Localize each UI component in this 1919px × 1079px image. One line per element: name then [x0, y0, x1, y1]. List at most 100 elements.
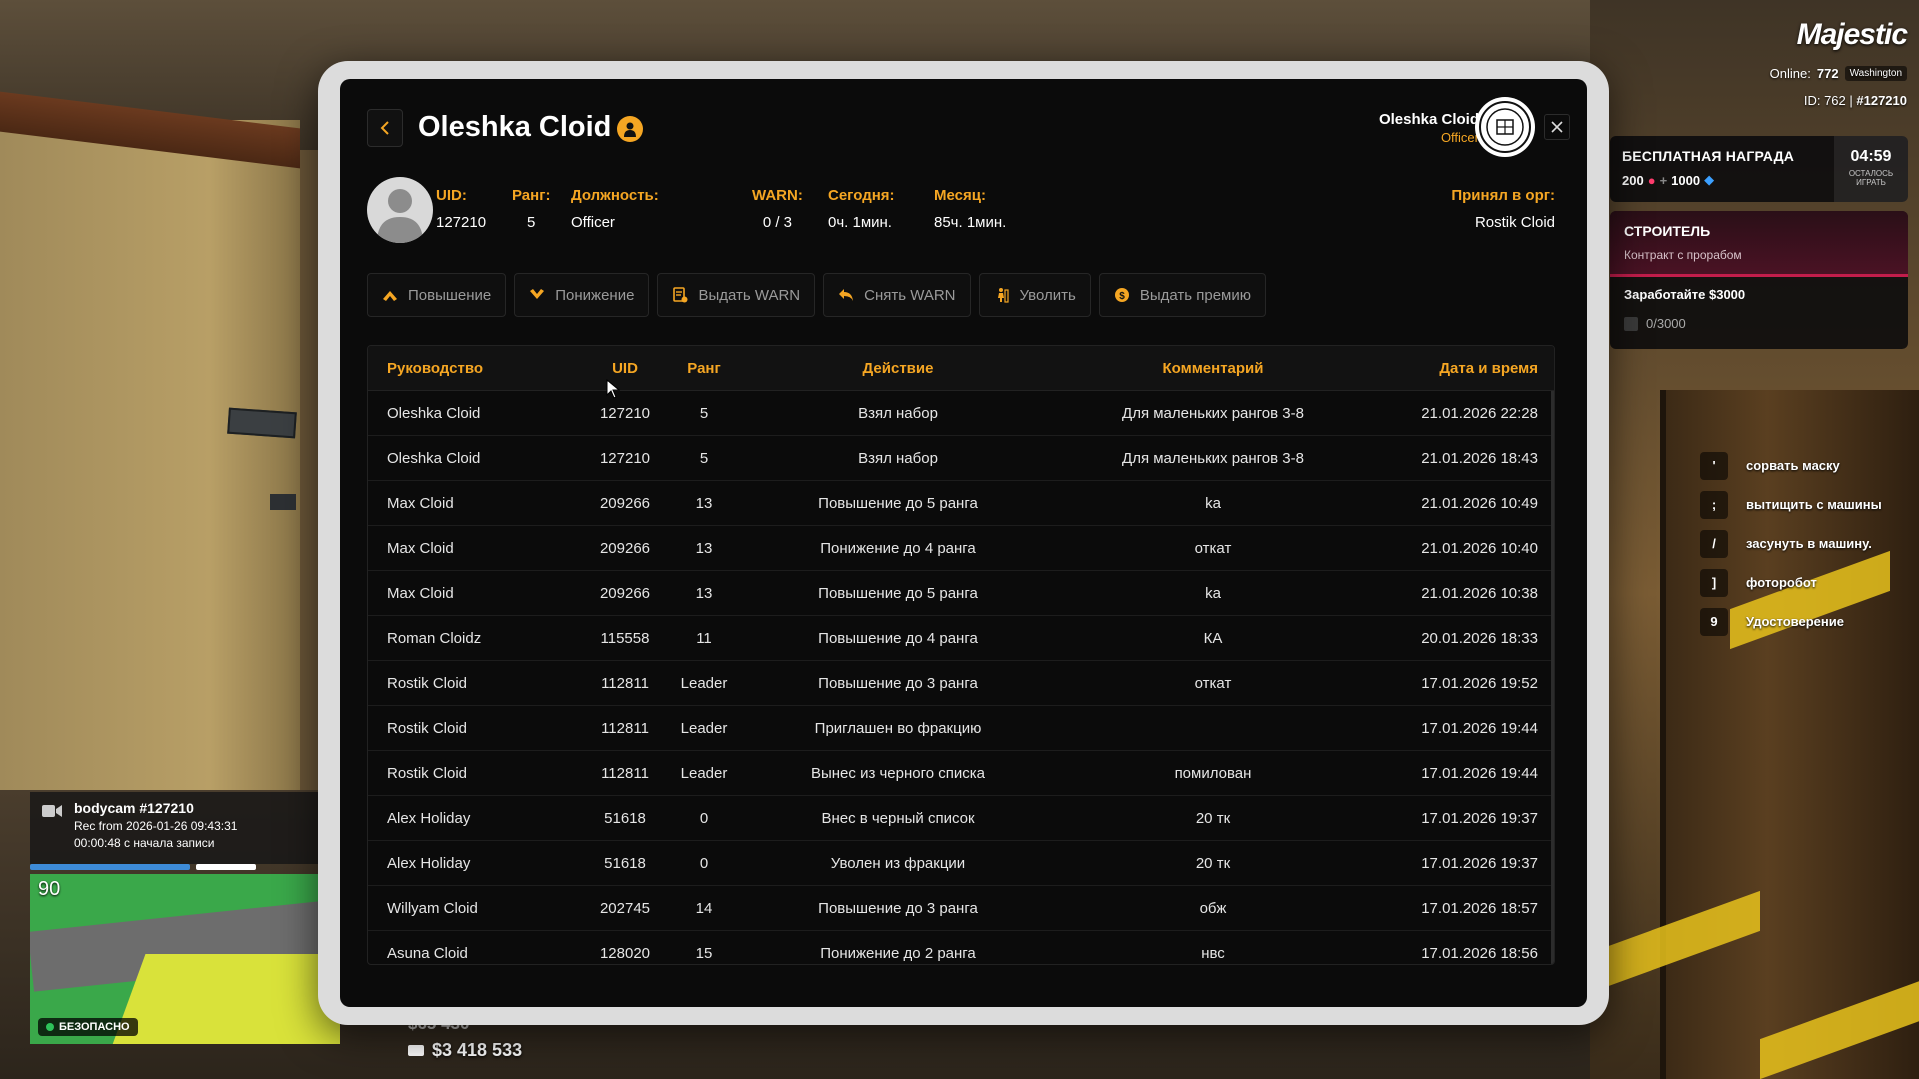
player-id-label: ID: 762 | — [1803, 93, 1853, 108]
cell-leader: Willyam Cloid — [387, 899, 478, 917]
cell-rank: Leader — [680, 764, 728, 782]
blue-drop-icon: ◆ — [1704, 172, 1715, 187]
cell-leader: Oleshka Cloid — [387, 449, 481, 467]
cell-rank: 0 — [699, 809, 709, 827]
action-log-table: Руководство UID Ранг Действие Комментари… — [367, 345, 1555, 965]
cell-uid: 112811 — [601, 764, 649, 782]
keybind-item: ; вытищить с машины — [1700, 485, 1882, 524]
table-row[interactable]: Oleshka Cloid 127210 5 Взял набор Для малень… — [368, 436, 1554, 481]
free-reward-widget[interactable]: БЕСПЛАТНАЯ НАГРАДА 200 ● + 1000 ◆ 04:59 … — [1610, 136, 1908, 202]
remove-warn-button[interactable]: Снять WARN — [823, 273, 971, 317]
cell-datetime: 21.01.2026 10:38 — [1421, 584, 1538, 602]
cell-uid: 128020 — [599, 944, 651, 962]
player-id-value: #127210 — [1856, 93, 1907, 108]
keybind-item: ' сорвать маску — [1700, 446, 1882, 485]
user-silhouette-icon — [377, 189, 423, 243]
online-label: Online: — [1769, 66, 1811, 81]
document-warn-icon — [672, 287, 688, 303]
keybind-label: сорвать маску — [1746, 458, 1840, 473]
field-value: 85ч. 1мин. — [934, 214, 1007, 231]
job-goal: Заработайте $3000 — [1624, 287, 1746, 302]
field-value: 0 / 3 — [762, 214, 792, 231]
bodycam-title: bodycam #127210 — [74, 800, 194, 816]
cell-comment: обж — [1199, 899, 1227, 917]
table-row[interactable]: Oleshka Cloid 127210 5 Взял набор Для малень… — [368, 391, 1554, 436]
fire-label: Уволить — [1019, 286, 1076, 304]
column-header[interactable]: Комментарий — [1060, 360, 1366, 377]
video-camera-icon — [42, 805, 62, 817]
cell-datetime: 17.01.2026 19:44 — [1421, 719, 1538, 737]
bodycam-rec-start: Rec from 2026-01-26 09:43:31 — [74, 819, 238, 833]
table-row[interactable]: Alex Holiday 51618 0 Внес в черный список 20… — [368, 796, 1554, 841]
cell-comment: Для маленьких рангов 3-8 — [1122, 404, 1304, 422]
column-header[interactable]: Ранг — [672, 360, 736, 377]
table-row[interactable]: Willyam Cloid 202745 14 Повышение до 3 ранг… — [368, 886, 1554, 931]
person-exit-icon — [994, 287, 1010, 303]
health-bar — [30, 864, 190, 870]
table-row[interactable]: Rostik Cloid 112811 Leader Приглашен во фра… — [368, 706, 1554, 751]
column-header[interactable]: Руководство — [368, 360, 578, 377]
field-value: Officer — [571, 214, 615, 231]
give-bonus-button[interactable]: $ Выдать премию — [1098, 273, 1266, 317]
fire-button[interactable]: Уволить — [978, 273, 1091, 317]
current-user: Oleshka Cloid Officer — [1379, 111, 1479, 145]
cell-leader: Roman Cloidz — [387, 629, 482, 647]
field-warn: WARN: 0 / 3 — [752, 187, 803, 231]
cell-rank: 15 — [695, 944, 713, 962]
speed-readout: 90 — [38, 878, 61, 900]
column-header[interactable]: UID — [578, 360, 672, 377]
table-row[interactable]: Max Cloid 209266 13 Повышение до 5 ранга ka 2… — [368, 481, 1554, 526]
promote-label: Повышение — [408, 286, 492, 304]
demote-button[interactable]: Понижение — [514, 273, 650, 317]
keybind-key: ; — [1700, 490, 1728, 519]
table-row[interactable]: Asuna Cloid 128020 15 Понижение до 2 ранга н… — [368, 931, 1554, 964]
column-header[interactable]: Действие — [736, 360, 1060, 377]
field-uid: UID: 127210 — [436, 187, 486, 231]
armor-bar — [196, 864, 256, 870]
coin-icon: $ — [1114, 287, 1130, 303]
column-header[interactable]: Дата и время — [1366, 360, 1554, 377]
online-indicator: Online: 772 Washington — [1770, 66, 1907, 81]
current-user-rank: Officer — [1440, 130, 1479, 145]
cell-rank: 14 — [695, 899, 713, 917]
safe-dot-icon — [46, 1023, 54, 1031]
cell-leader: Rostik Cloid — [387, 764, 468, 782]
status-bars — [30, 864, 320, 872]
table-row[interactable]: Rostik Cloid 112811 Leader Повышение до 3 р… — [368, 661, 1554, 706]
table-row[interactable]: Alex Holiday 51618 0 Уволен из фракции 20 тк… — [368, 841, 1554, 886]
table-row[interactable]: Roman Cloidz 115558 11 Повышение до 4 ранга… — [368, 616, 1554, 661]
cell-rank: 13 — [695, 539, 713, 557]
table-row[interactable]: Max Cloid 209266 13 Понижение до 4 ранга отк… — [368, 526, 1554, 571]
chevron-left-icon — [380, 121, 389, 135]
issue-warn-button[interactable]: Выдать WARN — [657, 273, 816, 317]
field-today: Сегодня: 0ч. 1мин. — [828, 187, 895, 231]
server-name: Washington — [1844, 66, 1907, 81]
demote-label: Понижение — [555, 286, 635, 304]
cell-rank: 0 — [699, 854, 709, 872]
cell-comment: ka — [1205, 494, 1221, 512]
cell-uid: 112811 — [601, 719, 649, 737]
cell-rank: 5 — [699, 449, 709, 467]
table-scrollbar[interactable] — [1551, 391, 1554, 964]
table-row[interactable]: Max Cloid 209266 13 Повышение до 5 ранга ka 2… — [368, 571, 1554, 616]
mouse-cursor-icon — [606, 379, 620, 399]
close-button[interactable] — [1544, 114, 1570, 140]
field-rank: Ранг: 5 — [512, 187, 550, 231]
keybind-item: 9 Удостоверение — [1700, 602, 1882, 641]
field-label: Принял в орг: — [1451, 187, 1555, 204]
field-label: Ранг: — [512, 187, 551, 204]
keybind-label: Удостоверение — [1746, 614, 1844, 629]
promote-button[interactable]: Повышение — [367, 273, 507, 317]
back-button[interactable] — [367, 109, 403, 147]
table-row[interactable]: Rostik Cloid 112811 Leader Вынес из черного… — [368, 751, 1554, 796]
checkbox-icon — [1624, 316, 1638, 331]
cell-action: Повышение до 4 ранга — [818, 629, 978, 647]
cell-uid: 51618 — [604, 809, 646, 827]
cell-comment: откат — [1194, 674, 1232, 692]
cell-action: Повышение до 3 ранга — [818, 674, 978, 692]
field-label: UID: — [436, 187, 467, 204]
cell-datetime: 21.01.2026 18:43 — [1421, 449, 1538, 467]
action-toolbar: Повышение Понижение Выдать WARN Снять WA… — [367, 273, 1266, 317]
cell-uid: 209266 — [599, 584, 651, 602]
field-month: Месяц: 85ч. 1мин. — [934, 187, 1006, 231]
